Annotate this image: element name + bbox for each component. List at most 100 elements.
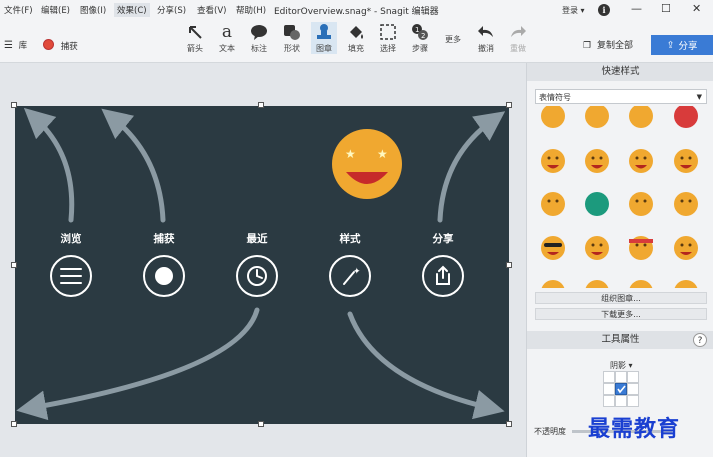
tool-label: 撤消 [478,44,494,53]
emoji-item[interactable] [541,106,565,128]
tool-more[interactable]: 更多 [440,33,466,45]
emoji-item[interactable] [585,192,609,216]
menu-image[interactable]: 图像(I) [80,4,106,16]
emoji-item[interactable] [541,192,565,216]
tool-text[interactable]: a 文本 [214,22,240,54]
emoji-item[interactable] [585,236,609,260]
resize-handle[interactable] [11,421,17,427]
fill-icon [343,22,369,42]
emoji-item[interactable] [674,192,698,216]
menu-effects[interactable]: 效果(C) [114,3,150,17]
emoji-item[interactable] [629,149,653,173]
tool-label: 形状 [284,44,300,53]
tool-label: 图章 [316,44,332,53]
arrow-to-bottom-right [347,311,505,420]
emoji-row-5 [541,280,698,288]
tool-label: 标注 [251,44,267,53]
watermark: 最需教育 [588,416,681,442]
menu-view[interactable]: 查看(V) [197,4,226,16]
feature-browse-label: 浏览 [60,233,82,245]
emoji-item[interactable] [541,236,565,260]
emoji-grid[interactable] [529,106,709,288]
shadow-cell[interactable] [603,395,615,407]
shape-icon [279,22,305,42]
emoji-item[interactable] [629,106,653,128]
emoji-row-4 [541,236,698,260]
emoji-item[interactable] [674,236,698,260]
organize-stamps-button[interactable]: 组织图章... [535,292,707,304]
smiley-stamp: ★ ★ [332,129,402,199]
stamp-icon [311,22,337,42]
maximize-icon[interactable]: ☐ [661,2,671,15]
login-menu[interactable]: 登录 ▾ [562,5,585,16]
check-icon [617,385,626,394]
menu-share[interactable]: 分享(S) [157,4,186,16]
shadow-cell[interactable] [603,371,615,383]
arrow-to-share [437,111,506,223]
shadow-cell[interactable] [627,383,639,395]
info-icon[interactable]: i [598,4,610,16]
download-more-button[interactable]: 下载更多... [535,308,707,320]
canvas-image[interactable]: ★ ★ ✦ 浏览 捕获 最近 样式 分享 [15,106,509,424]
tool-undo[interactable]: 撤消 [473,22,499,54]
menu-edit[interactable]: 编辑(E) [41,4,70,16]
window-title: EditorOverview.snag* - Snagit 编辑器 [274,7,439,17]
capture-button[interactable]: 捕获 [43,39,78,52]
resize-handle[interactable] [506,102,512,108]
emoji-item[interactable] [674,149,698,173]
resize-handle[interactable] [11,262,17,268]
tool-label: 选择 [380,44,396,53]
title-bar: 文件(F) 编辑(E) 图像(I) 效果(C) 分享(S) 查看(V) 帮助(H… [0,0,713,20]
share-upload-icon: ⇪ [666,39,675,51]
tool-callout[interactable]: 标注 [246,22,272,54]
svg-text:1: 1 [415,26,419,34]
emoji-item[interactable] [585,149,609,173]
tool-redo[interactable]: 重做 [505,22,531,54]
emoji-item[interactable] [629,192,653,216]
tool-step[interactable]: 12 步骤 [407,22,433,54]
menu-help[interactable]: 帮助(H) [236,4,266,16]
resize-handle[interactable] [506,262,512,268]
record-icon [43,39,54,50]
tool-properties-header: 工具属性 [527,331,713,349]
emoji-item[interactable] [585,106,609,128]
emoji-item[interactable] [674,106,698,128]
tool-stamp[interactable]: 图章 [311,22,337,54]
svg-text:★: ★ [377,147,388,161]
resize-handle[interactable] [11,102,17,108]
feature-share-label: 分享 [432,233,454,245]
shadow-cell[interactable] [627,395,639,407]
shadow-cell[interactable] [603,383,615,395]
tool-shape[interactable]: 形状 [279,22,305,54]
minimize-icon[interactable]: — [631,2,642,15]
help-icon[interactable]: ? [693,333,707,347]
emoji-row-2 [541,149,698,173]
shadow-dropdown[interactable]: 阴影 ▾ [610,360,633,371]
library-button[interactable]: ☰ 库 [4,39,27,51]
tool-arrow[interactable]: 箭头 [182,22,208,54]
resize-handle[interactable] [506,421,512,427]
arrow-icon [182,22,208,42]
emoji-item[interactable] [541,149,565,173]
shadow-cell[interactable] [627,371,639,383]
capture-label: 捕获 [60,42,78,52]
arrow-to-browse [23,107,75,223]
shadow-cell-selected[interactable] [615,383,627,395]
more-icon: 更多 [445,35,461,44]
tool-label: 重做 [510,44,526,53]
resize-handle[interactable] [258,102,264,108]
tool-label: 文本 [219,44,235,53]
library-label: 库 [18,41,28,51]
menu-file[interactable]: 文件(F) [4,4,33,16]
share-button[interactable]: ⇪ 分享 [651,35,713,55]
resize-handle[interactable] [258,421,264,427]
shadow-cell[interactable] [615,371,627,383]
tool-select[interactable]: 选择 [375,22,401,54]
overview-graphic: ★ ★ ✦ [16,107,506,421]
stamp-category-select[interactable]: 表情符号 ▼ [535,89,707,104]
copy-all-button[interactable]: ❐ 复制全部 [583,38,633,51]
arrow-to-capture [101,108,166,223]
tool-fill[interactable]: 填充 [343,22,369,54]
shadow-cell[interactable] [615,395,627,407]
close-icon[interactable]: ✕ [692,2,701,15]
